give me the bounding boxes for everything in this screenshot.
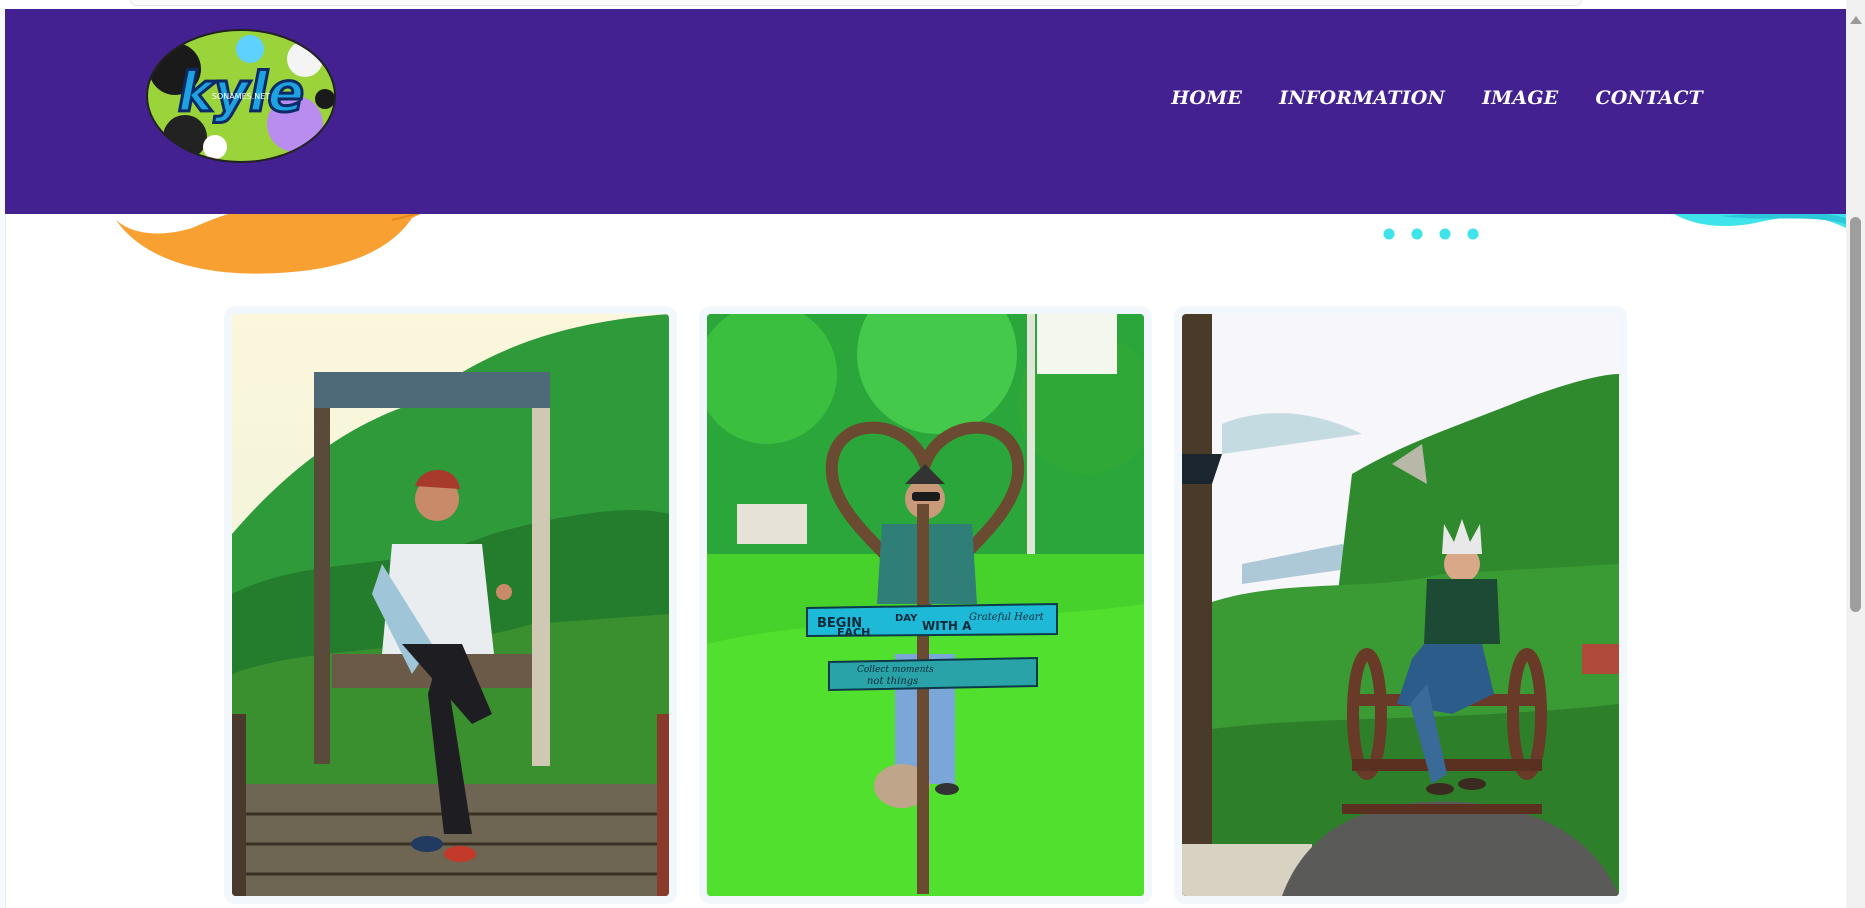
browser-top-strip-inner [130,0,1582,6]
svg-text:DAY: DAY [895,613,918,624]
site-logo[interactable]: kyle SONAMES.NET [145,29,337,164]
svg-text:not things: not things [867,676,918,687]
svg-text:WITH A: WITH A [922,619,972,633]
gallery-photo-1[interactable] [232,314,669,896]
browser-viewport: kyle SONAMES.NET HOME INFORMATION IMAGE … [0,0,1865,908]
browser-top-strip [0,0,1865,9]
nav-contact[interactable]: CONTACT [1595,87,1703,109]
photo-man-in-wooden-frame [232,314,669,896]
photo-man-on-wooden-chair [1182,314,1619,896]
gallery-photo-2[interactable]: BEGIN EACH DAY WITH A Grateful Heart Col… [707,314,1144,896]
gallery-photo-3[interactable] [1182,314,1619,896]
main-nav: HOME INFORMATION IMAGE CONTACT [1171,87,1703,109]
sign-board-1: BEGIN EACH DAY WITH A Grateful Heart [806,602,1058,639]
svg-text:EACH: EACH [837,626,870,639]
svg-text:Collect moments: Collect moments [857,665,934,675]
svg-text:SONAMES.NET: SONAMES.NET [212,92,270,101]
sign-board-2: Collect moments not things [828,656,1038,692]
kyle-graffiti-logo-icon: kyle SONAMES.NET [146,29,336,163]
triangle-up-icon[interactable] [1850,16,1862,24]
photo-gallery: BEGIN EACH DAY WITH A Grateful Heart Col… [232,314,1619,896]
scrollbar-thumb[interactable] [1850,217,1861,612]
photo-man-with-heart-sign: BEGIN EACH DAY WITH A Grateful Heart Col… [707,314,1144,896]
nav-image[interactable]: IMAGE [1482,87,1558,109]
nav-home[interactable]: HOME [1171,87,1242,109]
nav-information[interactable]: INFORMATION [1279,87,1445,109]
vertical-scrollbar[interactable] [1846,0,1865,908]
svg-text:Grateful Heart: Grateful Heart [969,612,1045,623]
